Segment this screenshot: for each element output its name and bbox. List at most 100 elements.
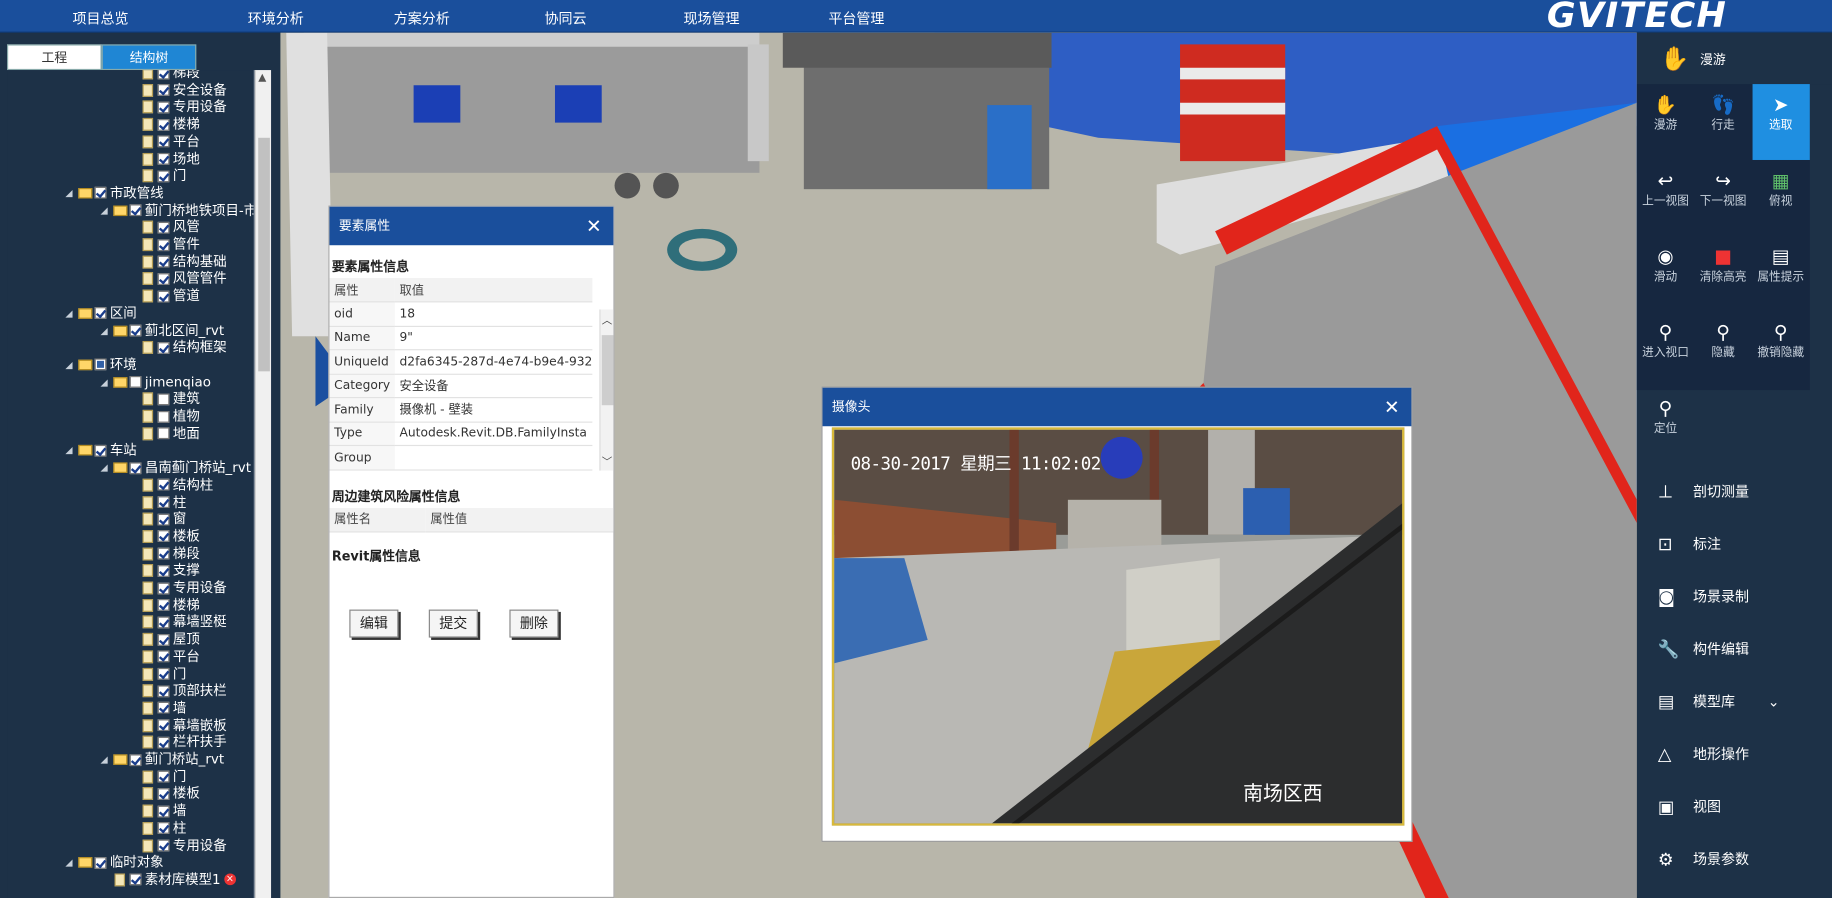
tree-checkbox[interactable] [129, 873, 142, 886]
tree-node[interactable]: 素材库模型1 × [114, 871, 236, 889]
tree-node[interactable]: 栏杆扶手 [142, 734, 227, 752]
table-row[interactable]: Category 安全设备 [329, 373, 593, 399]
tree-node[interactable]: 专用设备 [142, 837, 227, 855]
tree-node[interactable]: 窗 [142, 511, 186, 529]
expand-toggle-icon[interactable]: ◢ [65, 184, 77, 202]
nav-item-plan[interactable]: 方案分析 [394, 8, 450, 28]
tree-checkbox[interactable] [157, 599, 170, 611]
tool-person-pin[interactable]: ⚲ 撤销隐藏 [1752, 312, 1809, 388]
table-row[interactable]: Family 摄像机 - 壁装 [329, 397, 593, 423]
scroll-thumb[interactable] [258, 137, 270, 372]
camera-video[interactable]: 08-30-2017 星期三 11:02:02 南场区西 [831, 427, 1405, 826]
tree-node[interactable]: 墙 [142, 802, 186, 820]
tree-node[interactable]: ◢ 蓟门桥地铁项目-市 [100, 202, 253, 220]
tree-checkbox[interactable] [157, 238, 170, 251]
tree-node[interactable]: ◢ 临时对象 [65, 854, 163, 872]
tree-node[interactable]: 梯段 [142, 70, 200, 82]
tree-checkbox[interactable] [157, 805, 170, 817]
tree-checkbox[interactable] [157, 255, 170, 268]
chevron-up-icon[interactable]: ︿ [602, 312, 613, 327]
tree-checkbox[interactable] [157, 427, 170, 440]
tree-checkbox[interactable] [157, 770, 170, 783]
tree-node[interactable]: 幕墙嵌板 [142, 717, 227, 735]
tool-person-pin[interactable]: ⚲ 定位 [1637, 388, 1694, 464]
menu-item-camera[interactable]: ◙ 场景录制 [1637, 571, 1832, 624]
table-row[interactable]: Type Autodesk.Revit.DB.FamilyInsta [329, 421, 593, 447]
tree-checkbox[interactable] [129, 753, 142, 766]
tree-node[interactable]: 幕墙竖梃 [142, 614, 227, 632]
expand-toggle-icon[interactable]: ◢ [65, 442, 77, 460]
tree-node[interactable]: 风管管件 [142, 270, 227, 288]
tree-node[interactable]: 结构柱 [142, 476, 213, 494]
roam-mode-header[interactable]: ✋ 漫游 [1636, 32, 1832, 85]
tree-node[interactable]: 结构框架 [142, 339, 227, 357]
tree-node[interactable]: 植物 [142, 408, 200, 426]
tree-node[interactable]: 风管 [142, 219, 200, 237]
nav-item-cloud[interactable]: 协同云 [544, 8, 586, 28]
tree-checkbox[interactable] [157, 152, 170, 165]
tab-structure-tree[interactable]: 结构树 [101, 44, 197, 71]
close-icon[interactable]: ✕ [586, 207, 602, 246]
tree-node[interactable]: ◢ 蓟门桥站_rvt [100, 751, 224, 769]
tree-checkbox[interactable] [129, 461, 142, 474]
tree-node[interactable]: 门 [142, 768, 186, 786]
tree-node[interactable]: 柱 [142, 493, 186, 511]
tree-checkbox[interactable] [157, 70, 170, 79]
tree-node[interactable]: 柱 [142, 820, 186, 838]
nav-item-platform[interactable]: 平台管理 [828, 8, 884, 28]
tree-node[interactable]: ◢ 蓟北区间_rvt [100, 322, 224, 340]
tree-node[interactable]: 顶部扶栏 [142, 682, 227, 700]
tool-forward-arrow[interactable]: ↪ 下一视图 [1694, 160, 1751, 236]
tree-checkbox[interactable] [157, 341, 170, 354]
table-row[interactable]: oid 18 [329, 301, 593, 327]
tree-checkbox[interactable] [94, 358, 107, 371]
scroll-thumb[interactable] [601, 335, 614, 406]
tree-node[interactable]: ◢ 区间 [65, 305, 136, 323]
menu-item-gear[interactable]: ⚙ 场景参数 [1637, 834, 1832, 887]
tree-checkbox[interactable] [157, 582, 170, 594]
remove-icon[interactable]: × [224, 873, 236, 886]
tree-node[interactable]: 结构基础 [142, 253, 227, 271]
table-row[interactable]: UniqueId d2fa6345-287d-4e74-b9e4-932 [329, 349, 593, 375]
chevron-down-icon[interactable]: ﹀ [602, 453, 613, 469]
nav-item-overview[interactable]: 项目总览 [72, 8, 128, 28]
tree-checkbox[interactable] [157, 530, 170, 543]
tree-node[interactable]: 专用设备 [142, 579, 227, 597]
tree-checkbox[interactable] [157, 410, 170, 423]
tree-checkbox[interactable] [157, 685, 170, 697]
tree-node[interactable]: 管件 [142, 236, 200, 254]
close-icon[interactable]: ✕ [1384, 388, 1400, 427]
tree-node[interactable]: ◢ 环境 [65, 356, 136, 374]
tree-checkbox[interactable] [157, 564, 170, 577]
tree-checkbox[interactable] [157, 221, 170, 234]
chevron-down-icon[interactable]: ⌄ [1768, 676, 1780, 729]
tree-checkbox[interactable] [94, 307, 107, 320]
tool-eye[interactable]: ◉ 滑动 [1637, 236, 1694, 312]
table-row[interactable]: Name 9" [329, 325, 593, 351]
tree-checkbox[interactable] [157, 513, 170, 526]
tool-cursor[interactable]: ➤ 选取 [1752, 84, 1810, 160]
expand-toggle-icon[interactable]: ◢ [100, 322, 112, 340]
tree-checkbox[interactable] [157, 616, 170, 629]
expand-toggle-icon[interactable]: ◢ [100, 202, 112, 220]
tree-checkbox[interactable] [157, 667, 170, 680]
menu-item-wrench[interactable]: 🔧 构件编辑 [1637, 624, 1832, 677]
menu-item-terrain[interactable]: △ 地形操作 [1637, 729, 1832, 782]
tree-node[interactable]: 门 [142, 665, 186, 683]
tree-node[interactable]: ◢ 市政管线 [65, 184, 163, 202]
tree-node[interactable]: 专用设备 [142, 99, 227, 117]
tree-node[interactable]: ◢ jimenqiao [100, 373, 210, 391]
tree-checkbox[interactable] [157, 496, 170, 508]
menu-item-database[interactable]: ▤ 模型库 ⌄ [1637, 676, 1832, 729]
tree-checkbox[interactable] [157, 839, 170, 852]
menu-item-layout[interactable]: ▣ 视图 [1637, 781, 1832, 834]
expand-toggle-icon[interactable]: ◢ [100, 751, 112, 769]
tree-node[interactable]: 楼梯 [142, 116, 200, 134]
nav-item-environment[interactable]: 环境分析 [248, 8, 304, 28]
tool-document[interactable]: ▤ 属性提示 [1752, 236, 1809, 312]
tree-node[interactable]: 屋顶 [142, 631, 200, 649]
expand-toggle-icon[interactable]: ◢ [100, 373, 112, 391]
tree-checkbox[interactable] [94, 444, 107, 457]
tree-checkbox[interactable] [157, 170, 170, 182]
tree-node[interactable]: ◢ 车站 [65, 442, 136, 460]
